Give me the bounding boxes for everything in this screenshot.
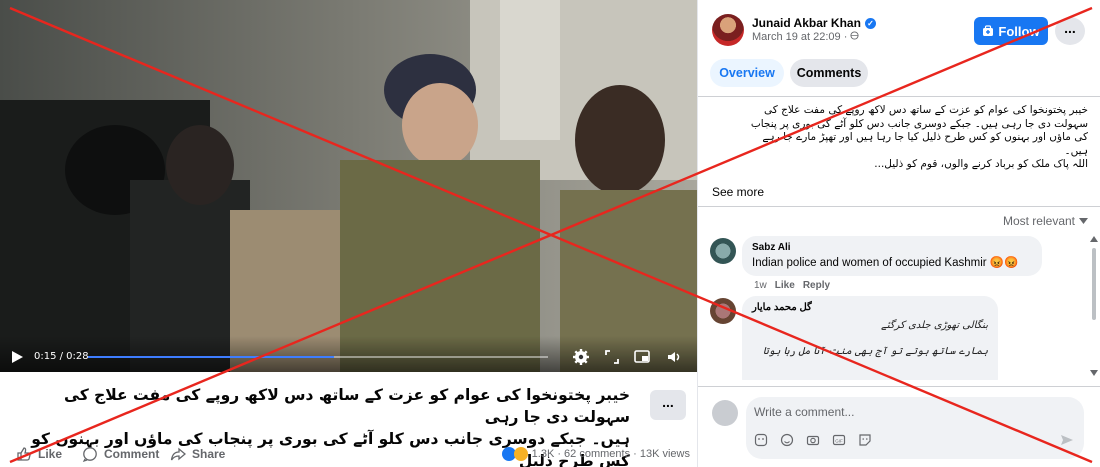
comment-like-link[interactable]: Like (775, 280, 795, 291)
commenter-name[interactable]: Sabz Ali (752, 242, 1032, 253)
comment-line: بنگالی تھوڑی جلدی کرگئے (881, 320, 988, 331)
tab-comments[interactable]: Comments (790, 59, 868, 87)
haha-reaction-icon (513, 447, 528, 461)
post-body-line: اللہ پاک ملک کو برباد کرنے والوں، قوم کو… (874, 158, 1088, 170)
svg-text:GIF: GIF (835, 438, 843, 443)
comment-line: ہمارے ساتھ ہوتے تو آج بھی منت آٹا مل رہا… (762, 346, 988, 357)
post-date-text[interactable]: March 19 at 22:09 · (752, 31, 850, 43)
video-frame (0, 0, 697, 372)
play-icon[interactable] (10, 350, 24, 364)
comment-label: Comment (104, 447, 160, 461)
sort-label: Most relevant (1002, 214, 1075, 228)
divider (698, 386, 1100, 387)
author-name[interactable]: Junaid Akbar Khan (752, 16, 861, 30)
post-body-line: خیبر پختونخوا کی عوام کو عزت کے ساتھ دس … (764, 104, 1088, 116)
scroll-up-icon[interactable] (1090, 236, 1098, 242)
globe-icon (850, 31, 860, 40)
share-label: Share (192, 447, 226, 461)
post-body: خیبر پختونخوا کی عوام کو عزت کے ساتھ دس … (712, 104, 1088, 172)
comment-reply-link[interactable]: Reply (803, 280, 830, 291)
scroll-thumb[interactable] (1092, 248, 1096, 320)
picture-in-picture-icon[interactable] (633, 348, 651, 366)
video-time: 0:15 / 0:28 (34, 351, 89, 362)
post-more-button[interactable]: ... (1055, 17, 1085, 45)
comment-bubble-icon (82, 447, 97, 462)
comment-bubble: Sabz Ali Indian police and women of occu… (742, 236, 1042, 276)
comment-meta: 1w Like Reply (754, 280, 830, 291)
comment-sort-dropdown[interactable]: Most relevant (1003, 214, 1088, 228)
video-controls: 0:15 / 0:28 (0, 336, 697, 372)
current-user-avatar (712, 400, 738, 426)
divider (698, 96, 1100, 97)
comment-composer[interactable]: Write a comment... GIF (746, 397, 1084, 459)
video-progress-bar[interactable] (88, 356, 548, 358)
verified-badge-icon: ✓ (864, 17, 876, 29)
commenter-avatar[interactable] (710, 238, 736, 264)
post-date[interactable]: March 19 at 22:09 · (752, 31, 860, 43)
divider (698, 206, 1100, 207)
comment-scrollbar[interactable] (1090, 236, 1098, 376)
caption-line: خیبر پختونخوا کی عوام کو عزت کے ساتھ دس … (64, 386, 630, 426)
video-player[interactable]: 0:15 / 0:28 (0, 0, 697, 372)
post-details-panel: Junaid Akbar Khan ✓ March 19 at 22:09 · … (697, 0, 1100, 467)
follow-label: Follow (998, 23, 1040, 39)
sticker-icon[interactable] (858, 433, 872, 447)
reaction-stats[interactable]: 1.3K · 62 comments · 13K views (501, 447, 690, 461)
composer-toolbar: GIF (754, 433, 872, 447)
comment-text: Indian police and women of occupied Kash… (752, 257, 1019, 269)
comment-time[interactable]: 1w (754, 280, 767, 291)
post-body-line: کی ماؤں اور بہنوں کو کس طرح ذلیل کیا جا … (762, 131, 1088, 143)
comment-button[interactable]: Comment (82, 446, 159, 462)
author-name-row[interactable]: Junaid Akbar Khan ✓ (752, 16, 876, 30)
like-button[interactable]: Like (16, 446, 62, 462)
commenter-name[interactable]: گل محمد مایار (752, 302, 988, 313)
comment-input-placeholder[interactable]: Write a comment... (754, 405, 854, 419)
caption-more-button[interactable]: ... (650, 390, 686, 420)
video-progress-fill (88, 356, 335, 358)
follow-icon (983, 25, 994, 36)
scroll-down-icon[interactable] (1090, 370, 1098, 376)
author-avatar[interactable] (712, 14, 744, 46)
thumbs-up-icon (17, 447, 31, 461)
share-arrow-icon (170, 447, 186, 461)
volume-icon[interactable] (665, 348, 683, 366)
send-icon[interactable] (1060, 433, 1074, 447)
commenter-avatar[interactable] (710, 298, 736, 324)
post-body-line: ہیں۔ (1064, 144, 1088, 157)
caret-down-icon (1079, 218, 1088, 224)
camera-icon[interactable] (806, 433, 820, 447)
facebook-video-post: 0:15 / 0:28 خیبر پختونخوا کی عوام کو عزت… (0, 0, 1100, 467)
gif-icon[interactable]: GIF (832, 433, 846, 447)
comment-list: Sabz Ali Indian police and women of occu… (698, 230, 1088, 380)
comment-bubble: گل محمد مایار بنگالی تھوڑی جلدی کرگئے ہم… (742, 296, 998, 380)
avatar-sticker-icon[interactable] (754, 433, 768, 447)
comment-handwritten-text: بنگالی تھوڑی جلدی کرگئے ہمارے ساتھ ہوتے … (752, 313, 988, 365)
see-more-link[interactable]: See more (712, 185, 764, 199)
post-body-line: سہولت دی جا رہی ہیں۔ جبکے دوسری جانب دس … (750, 117, 1088, 130)
follow-button[interactable]: Follow (974, 17, 1048, 45)
emoji-icon[interactable] (780, 433, 794, 447)
like-label: Like (38, 447, 63, 461)
post-action-row: Like Comment Share 1.3K · 62 comments · … (10, 444, 690, 464)
tab-overview[interactable]: Overview (710, 59, 784, 87)
settings-gear-icon[interactable] (572, 348, 590, 366)
expand-icon[interactable] (603, 348, 621, 366)
share-button[interactable]: Share (170, 446, 225, 462)
stats-text: 1.3K · 62 comments · 13K views (531, 448, 690, 460)
